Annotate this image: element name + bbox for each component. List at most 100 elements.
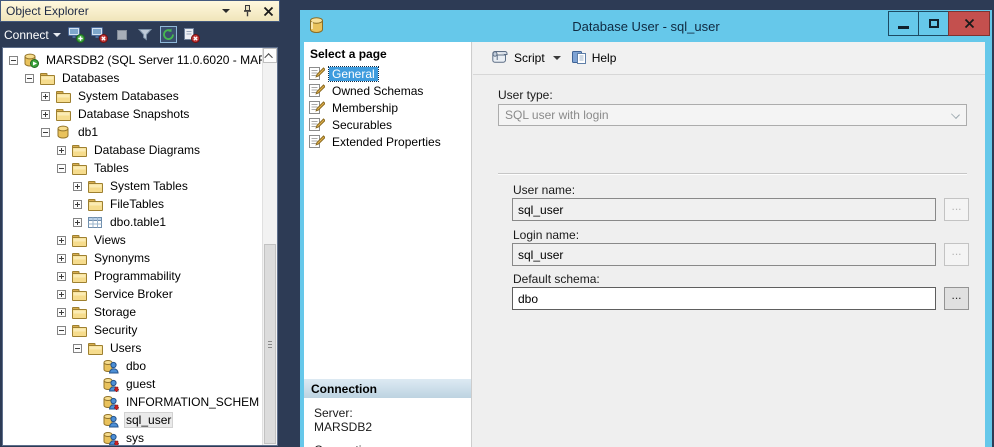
tree-item-label: System Databases bbox=[76, 88, 181, 104]
tree-item-views[interactable]: Views bbox=[3, 231, 262, 249]
tree-item-service-broker[interactable]: Service Broker bbox=[3, 285, 262, 303]
tree-item-label: Service Broker bbox=[92, 286, 175, 302]
connect-button[interactable]: Connect bbox=[4, 28, 61, 42]
collapse-toggle-icon[interactable] bbox=[73, 344, 82, 353]
folder-icon bbox=[55, 107, 71, 122]
expand-toggle-icon[interactable] bbox=[73, 200, 82, 209]
tree-item-users[interactable]: Users bbox=[3, 339, 262, 357]
tree-item-marsdb2-sql-server-11-0-6020-marsd[interactable]: MARSDB2 (SQL Server 11.0.6020 - MARSD bbox=[3, 51, 262, 69]
tree-item-filetables[interactable]: FileTables bbox=[3, 195, 262, 213]
tree-item-database-snapshots[interactable]: Database Snapshots bbox=[3, 105, 262, 123]
collapse-toggle-icon[interactable] bbox=[25, 74, 34, 83]
script-button[interactable]: Script bbox=[486, 46, 549, 70]
scrollbar-thumb[interactable] bbox=[264, 244, 276, 444]
tree-item-label: db1 bbox=[76, 124, 100, 140]
page-item-membership[interactable]: Membership bbox=[304, 99, 471, 116]
database-user-dialog: Database User - sql_user Select a page G… bbox=[300, 10, 992, 447]
disconnect-icon[interactable] bbox=[91, 26, 108, 43]
tree-item-storage[interactable]: Storage bbox=[3, 303, 262, 321]
page-item-extended-properties[interactable]: Extended Properties bbox=[304, 133, 471, 150]
maximize-button[interactable] bbox=[918, 11, 949, 36]
connection-label: Connection: bbox=[314, 443, 471, 447]
page-edit-icon bbox=[308, 117, 325, 132]
tree-item-synonyms[interactable]: Synonyms bbox=[3, 249, 262, 267]
tree-item-dbo[interactable]: dbo bbox=[3, 357, 262, 375]
server-database-icon bbox=[23, 53, 39, 68]
tree-item-db1[interactable]: db1 bbox=[3, 123, 262, 141]
connect-icon[interactable] bbox=[68, 26, 85, 43]
tree-item-guest[interactable]: guest bbox=[3, 375, 262, 393]
scrollbar-up-arrow-icon[interactable] bbox=[263, 48, 277, 63]
folder-icon bbox=[71, 161, 87, 176]
user-icon bbox=[103, 413, 119, 428]
user-name-input[interactable] bbox=[512, 198, 936, 221]
user-disabled-icon bbox=[103, 377, 119, 392]
folder-icon bbox=[71, 143, 87, 158]
tree-item-dbo-table1[interactable]: dbo.table1 bbox=[3, 213, 262, 231]
tree-item-label: MARSDB2 (SQL Server 11.0.6020 - MARSD bbox=[44, 52, 278, 68]
tree-item-tables[interactable]: Tables bbox=[3, 159, 262, 177]
tree-item-label: Database Snapshots bbox=[76, 106, 191, 122]
collapse-toggle-icon[interactable] bbox=[9, 56, 18, 65]
connection-section-header: Connection bbox=[304, 378, 471, 398]
stop-icon[interactable] bbox=[114, 26, 131, 43]
tree-item-system-tables[interactable]: System Tables bbox=[3, 177, 262, 195]
user-disabled-icon bbox=[103, 431, 119, 446]
tree-item-label: Security bbox=[92, 322, 139, 338]
dialog-content-pane: Script Help User type: SQL user with log… bbox=[473, 42, 985, 447]
close-button[interactable] bbox=[948, 11, 990, 36]
pin-icon[interactable] bbox=[241, 5, 253, 17]
tree-item-label: Databases bbox=[60, 70, 121, 86]
database-icon bbox=[309, 16, 324, 37]
page-edit-icon bbox=[308, 83, 325, 98]
expand-toggle-icon[interactable] bbox=[57, 146, 66, 155]
expand-toggle-icon[interactable] bbox=[57, 308, 66, 317]
dialog-titlebar[interactable]: Database User - sql_user bbox=[300, 10, 992, 42]
tree-item-sql-user[interactable]: sql_user bbox=[3, 411, 262, 429]
refresh-icon[interactable] bbox=[160, 26, 177, 43]
object-explorer-titlebar[interactable]: Object Explorer bbox=[0, 0, 280, 22]
tree-item-database-diagrams[interactable]: Database Diagrams bbox=[3, 141, 262, 159]
tree-item-security[interactable]: Security bbox=[3, 321, 262, 339]
close-icon[interactable] bbox=[262, 5, 274, 17]
folder-icon bbox=[87, 341, 103, 356]
expand-toggle-icon[interactable] bbox=[73, 218, 82, 227]
tree-scrollbar[interactable] bbox=[262, 48, 277, 445]
user-type-combo[interactable]: SQL user with login bbox=[498, 104, 967, 126]
default-schema-browse-button[interactable]: ... bbox=[944, 287, 969, 310]
tree-item-label: sql_user bbox=[124, 412, 173, 428]
disconnect-script-icon[interactable] bbox=[183, 26, 200, 43]
object-explorer-panel: Object Explorer Connect MARSDB2 (SQL Ser… bbox=[0, 0, 280, 447]
tree-item-information-schem[interactable]: INFORMATION_SCHEM bbox=[3, 393, 262, 411]
expand-toggle-icon[interactable] bbox=[57, 290, 66, 299]
window-position-menu-icon[interactable] bbox=[220, 5, 232, 17]
script-dropdown-icon[interactable] bbox=[553, 56, 561, 60]
server-value: MARSDB2 bbox=[314, 420, 471, 434]
page-item-owned-schemas[interactable]: Owned Schemas bbox=[304, 82, 471, 99]
default-schema-input[interactable] bbox=[512, 287, 936, 310]
tree-item-databases[interactable]: Databases bbox=[3, 69, 262, 87]
collapse-toggle-icon[interactable] bbox=[41, 128, 50, 137]
login-name-browse-button: ... bbox=[944, 243, 969, 266]
tree-item-system-databases[interactable]: System Databases bbox=[3, 87, 262, 105]
page-item-general[interactable]: General bbox=[304, 65, 471, 82]
script-icon bbox=[490, 49, 509, 67]
tree-item-programmability[interactable]: Programmability bbox=[3, 267, 262, 285]
collapse-toggle-icon[interactable] bbox=[57, 326, 66, 335]
expand-toggle-icon[interactable] bbox=[41, 92, 50, 101]
object-explorer-toolbar: Connect bbox=[0, 22, 280, 47]
tree-item-label: Views bbox=[92, 232, 128, 248]
filter-icon[interactable] bbox=[137, 26, 154, 43]
help-button[interactable]: Help bbox=[567, 46, 621, 71]
tree-item-sys[interactable]: sys bbox=[3, 429, 262, 446]
collapse-toggle-icon[interactable] bbox=[57, 164, 66, 173]
page-item-securables[interactable]: Securables bbox=[304, 116, 471, 133]
minimize-button[interactable] bbox=[888, 11, 919, 36]
expand-toggle-icon[interactable] bbox=[57, 254, 66, 263]
expand-toggle-icon[interactable] bbox=[57, 272, 66, 281]
expand-toggle-icon[interactable] bbox=[73, 182, 82, 191]
expand-toggle-icon[interactable] bbox=[57, 236, 66, 245]
login-name-input[interactable] bbox=[512, 243, 936, 266]
page-item-label: Extended Properties bbox=[329, 135, 444, 149]
expand-toggle-icon[interactable] bbox=[41, 110, 50, 119]
